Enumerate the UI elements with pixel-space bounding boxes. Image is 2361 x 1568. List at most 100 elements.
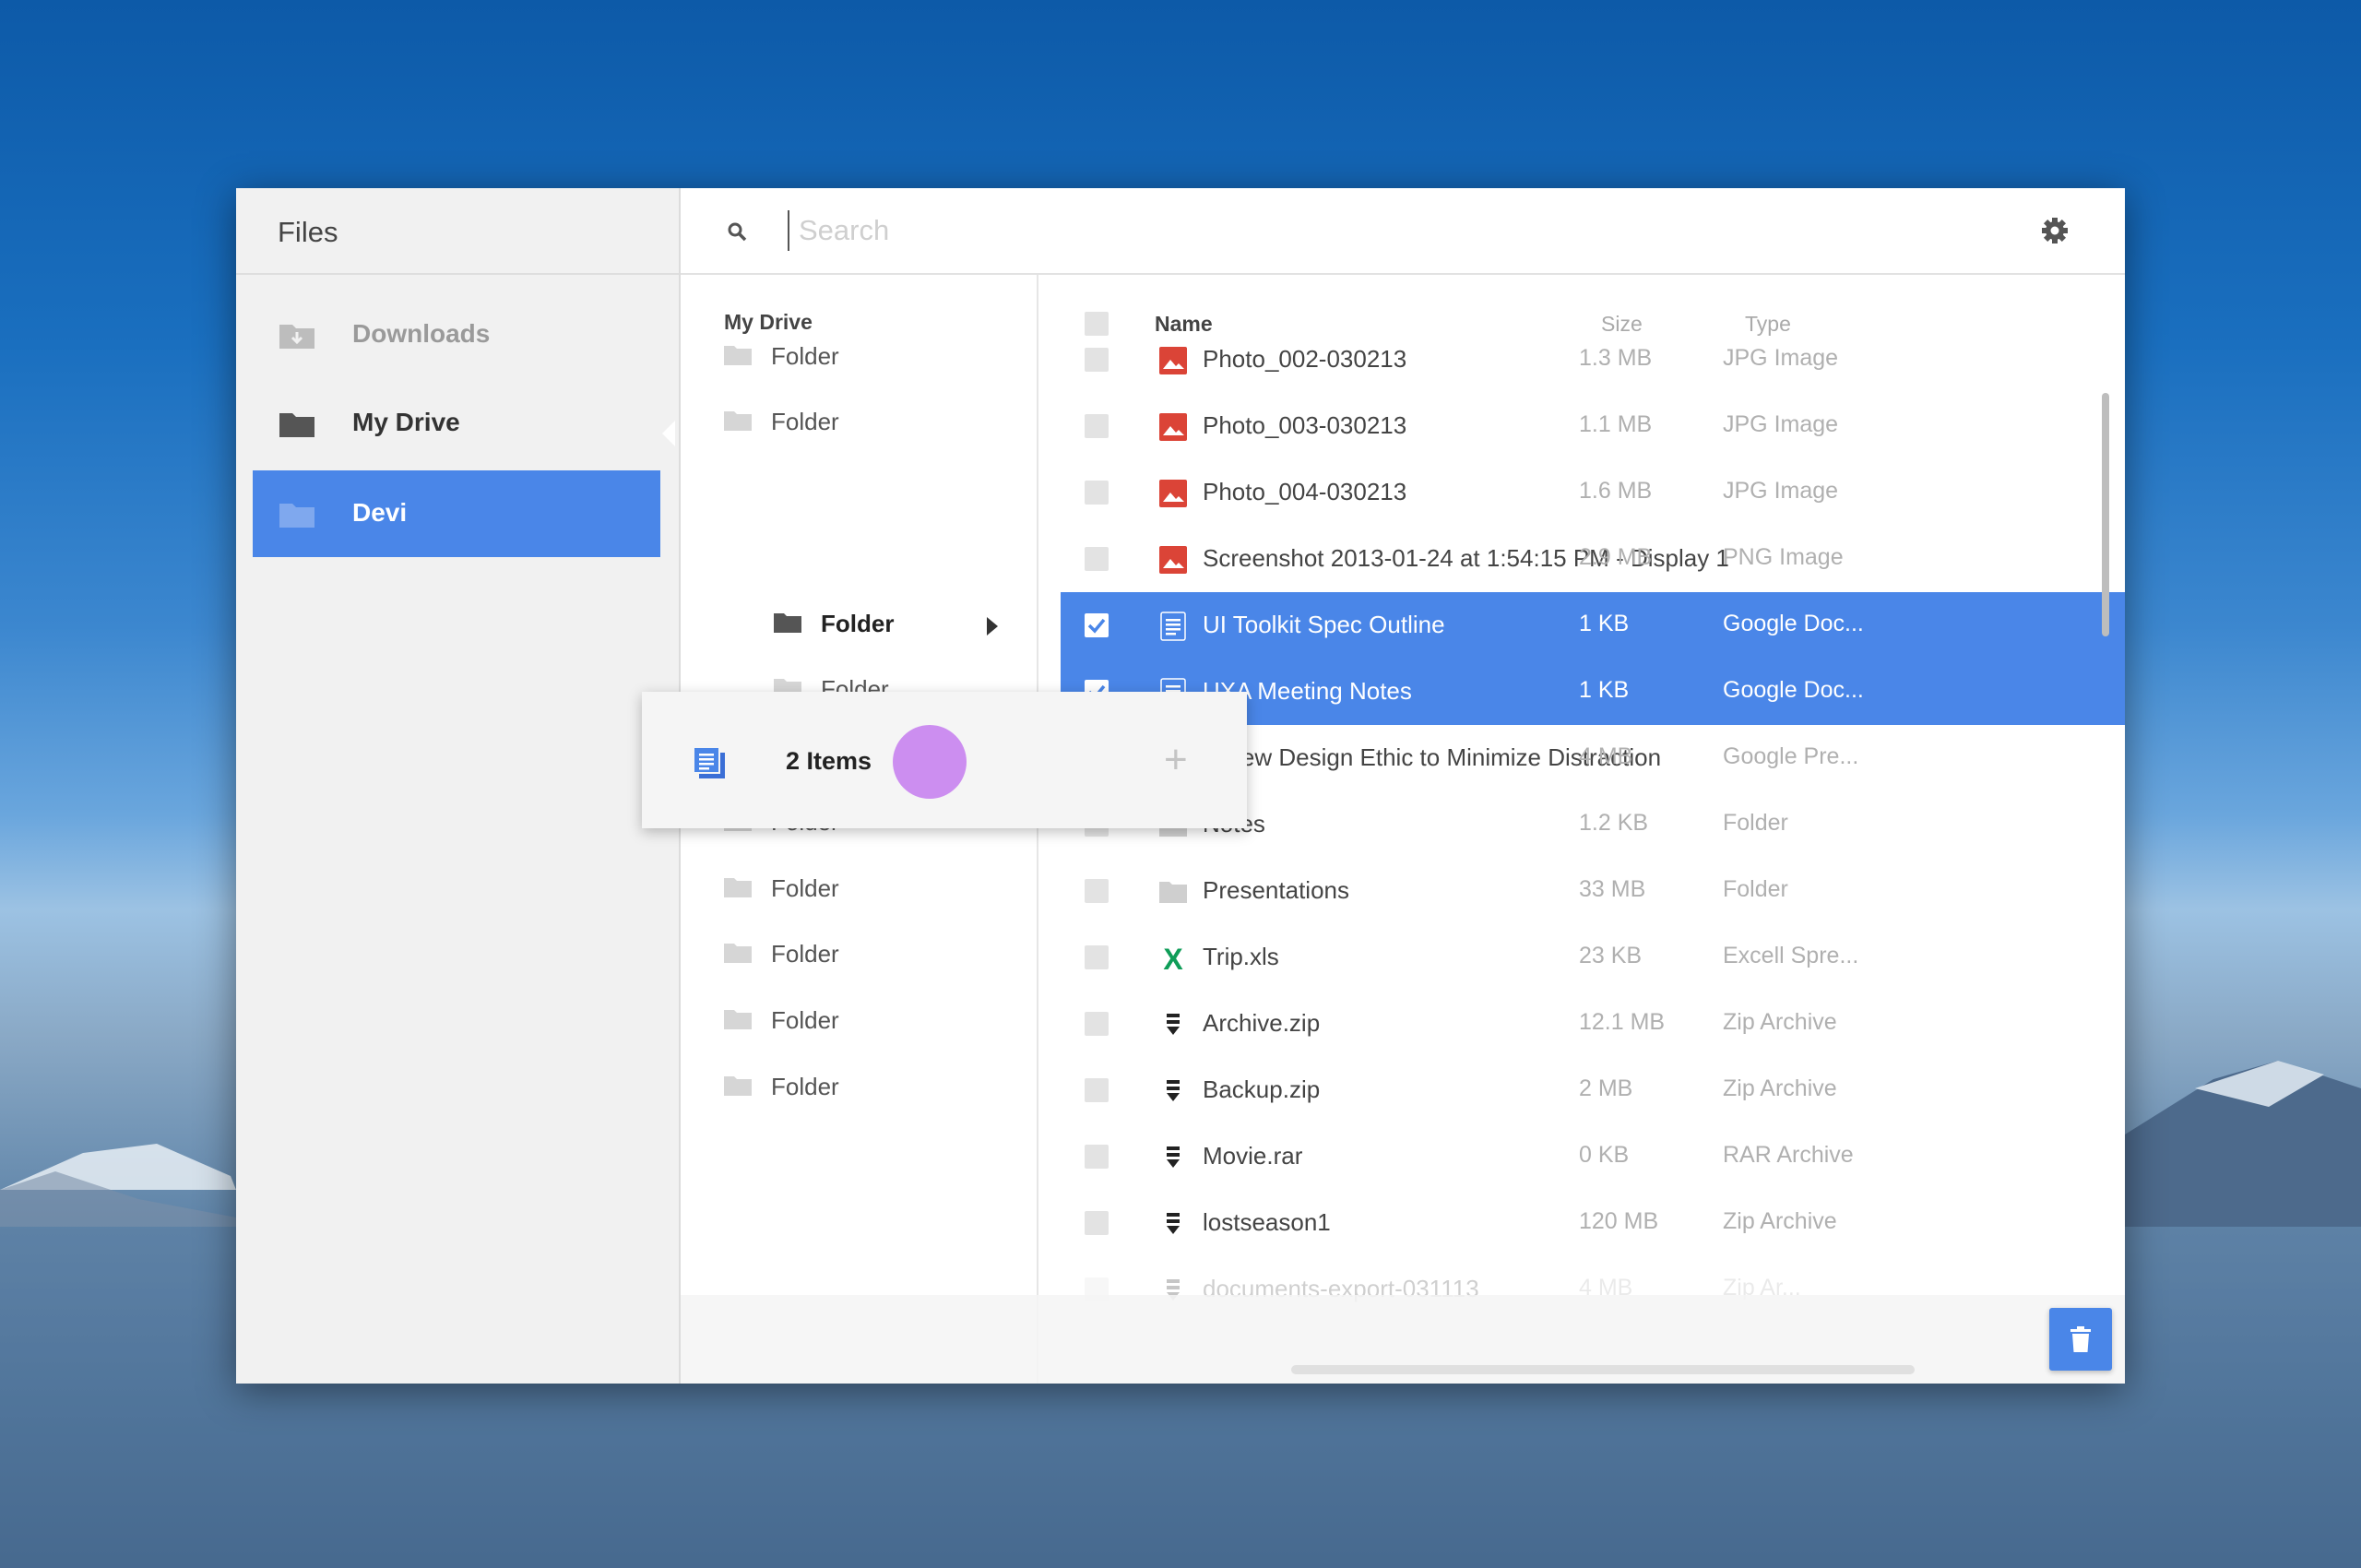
file-name: UI Toolkit Spec Outline: [1203, 611, 1445, 638]
file-row[interactable]: lostseason1 120 MB Zip Archive: [1061, 1190, 2125, 1256]
delete-button[interactable]: [2049, 1308, 2112, 1371]
row-checkbox[interactable]: [1085, 481, 1109, 505]
tree-item-label: Folder: [771, 1072, 839, 1100]
sidebar-item-label: Downloads: [352, 319, 491, 348]
top-bar: [681, 188, 2125, 275]
folder-icon: [724, 944, 752, 964]
file-type: Folder: [1723, 810, 1788, 836]
tree-title: My Drive: [724, 310, 813, 334]
excel-icon: X: [1163, 944, 1183, 973]
file-row[interactable]: UI Toolkit Spec Outline 1 KB Google Doc...: [1061, 592, 2125, 659]
drive-folder-icon: [279, 413, 314, 437]
search-input[interactable]: [797, 208, 1446, 253]
row-checkbox[interactable]: [1085, 1078, 1109, 1102]
svg-text:X: X: [1163, 944, 1183, 973]
file-list: Name Size Type Photo_002-030213 1.3 MB JPG…: [1038, 275, 2125, 1384]
row-checkbox[interactable]: [1085, 414, 1109, 438]
check-icon: [1087, 618, 1106, 634]
file-size: 1.2 KB: [1579, 810, 1649, 836]
text-caret: [788, 210, 789, 251]
image-icon: [1159, 546, 1187, 574]
file-size: 1.1 MB: [1579, 411, 1653, 437]
files-window: Files Downloads My Drive Devi Search My …: [236, 188, 2125, 1384]
folder-icon: [279, 504, 314, 528]
file-type: Folder: [1723, 876, 1788, 902]
file-size: 1.6 MB: [1579, 478, 1653, 504]
file-type: JPG Image: [1723, 411, 1839, 437]
row-checkbox[interactable]: [1085, 613, 1109, 637]
file-type: Zip Archive: [1723, 1009, 1837, 1035]
folder-icon: [724, 877, 752, 897]
row-checkbox[interactable]: [1085, 1145, 1109, 1169]
search-icon[interactable]: [727, 221, 747, 242]
sidebar-item-my-drive[interactable]: My Drive: [253, 380, 660, 467]
file-type: Zip Archive: [1723, 1075, 1837, 1101]
doc-icon: [1160, 612, 1186, 641]
file-name: lostseason1: [1203, 1208, 1331, 1236]
zip-icon: [1167, 1080, 1180, 1101]
folder-icon: [724, 411, 752, 432]
file-name: Photo_002-030213: [1203, 345, 1407, 373]
zip-icon: [1167, 1014, 1180, 1035]
file-row[interactable]: Photo_003-030213 1.1 MB JPG Image: [1061, 393, 2125, 459]
file-row[interactable]: Photo_002-030213 1.3 MB JPG Image: [1061, 327, 2125, 393]
file-name: Trip.xls: [1203, 943, 1279, 970]
file-type: RAR Archive: [1723, 1142, 1854, 1168]
sidebar-item-devices[interactable]: Devi: [253, 470, 660, 557]
image-icon: [1159, 480, 1187, 507]
gear-icon: [2042, 218, 2068, 244]
divider: [236, 273, 679, 275]
file-name: Backup.zip: [1203, 1075, 1321, 1103]
file-type: PNG Image: [1723, 544, 1844, 570]
file-row[interactable]: Backup.zip 2 MB Zip Archive: [1061, 1057, 2125, 1123]
folder-icon: [724, 1010, 752, 1029]
file-row[interactable]: Presentations 33 MB Folder: [1061, 858, 2125, 924]
app-title: Files: [278, 216, 338, 248]
file-row[interactable]: Archive.zip 12.1 MB Zip Archive: [1061, 991, 2125, 1057]
settings-button[interactable]: [2036, 212, 2073, 249]
folder-icon: [774, 612, 801, 633]
drag-preview[interactable]: 2 Items +: [642, 692, 1247, 828]
docs-stack-icon: [693, 746, 725, 778]
sidebar-item-label: My Drive: [352, 408, 460, 436]
file-row[interactable]: Screenshot 2013-01-24 at 1:54:15 PM - Di…: [1061, 526, 2125, 592]
file-type: Google Doc...: [1723, 677, 1864, 703]
tree-item-label: Folder: [771, 341, 839, 370]
row-checkbox[interactable]: [1085, 547, 1109, 571]
expand-arrow-icon[interactable]: [987, 616, 998, 636]
tree-item-label: Folder: [771, 940, 839, 968]
file-type: Google Pre...: [1723, 743, 1859, 769]
horizontal-scrollbar[interactable]: [1291, 1365, 1915, 1374]
drag-count-label: 2 Items: [786, 747, 872, 775]
row-checkbox[interactable]: [1085, 945, 1109, 969]
row-checkbox[interactable]: [1085, 879, 1109, 903]
file-name: Movie.rar: [1203, 1142, 1303, 1170]
file-name: Presentations: [1203, 876, 1349, 904]
file-row[interactable]: Movie.rar 0 KB RAR Archive: [1061, 1123, 2125, 1190]
list-view-button[interactable]: [2121, 212, 2125, 249]
tree-item-label: Folder: [771, 408, 839, 436]
vertical-scrollbar[interactable]: [2102, 393, 2109, 636]
tree-item-label: Folder: [821, 609, 895, 637]
plus-icon: +: [1164, 737, 1188, 782]
folder-icon: [724, 345, 752, 365]
file-size: 0 KB: [1579, 1142, 1630, 1168]
file-type: Excell Spre...: [1723, 943, 1859, 968]
file-row[interactable]: X Trip.xls 23 KB Excell Spre...: [1061, 924, 2125, 991]
file-row[interactable]: Photo_004-030213 1.6 MB JPG Image: [1061, 459, 2125, 526]
tree-item-label: Folder: [771, 873, 839, 902]
file-size: 120 MB: [1579, 1208, 1659, 1234]
nav-pointer: [662, 421, 675, 446]
folder-icon: [1159, 882, 1187, 903]
row-checkbox[interactable]: [1085, 348, 1109, 372]
sidebar-item-downloads[interactable]: Downloads: [253, 291, 660, 378]
file-size: 4 MB: [1579, 743, 1633, 769]
file-size: 1.3 MB: [1579, 345, 1653, 371]
file-size: 1 KB: [1579, 611, 1630, 636]
zip-icon: [1167, 1146, 1180, 1168]
file-size: 2.9 MB: [1579, 544, 1653, 570]
row-checkbox[interactable]: [1085, 1012, 1109, 1036]
file-size: 33 MB: [1579, 876, 1646, 902]
row-checkbox[interactable]: [1085, 1211, 1109, 1235]
file-size: 23 KB: [1579, 943, 1643, 968]
